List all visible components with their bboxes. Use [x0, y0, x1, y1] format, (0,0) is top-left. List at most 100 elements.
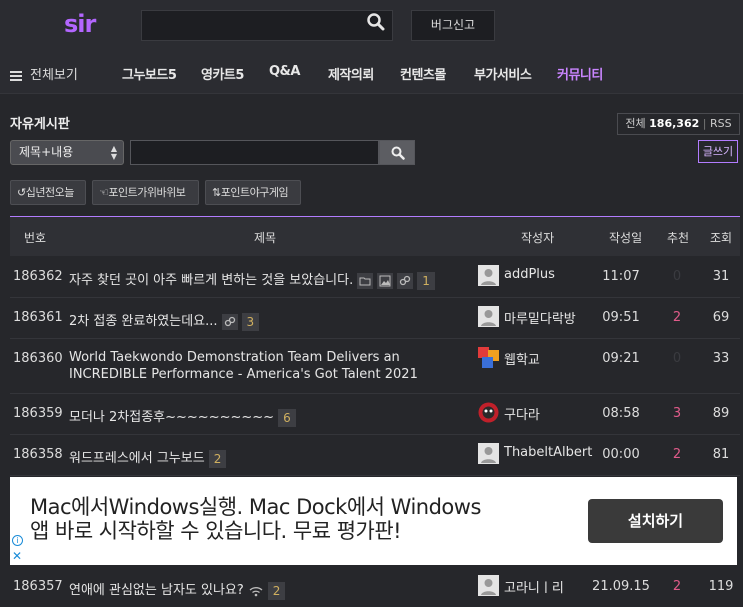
- table-row[interactable]: 186362 자주 찾던 곳이 아주 빠르게 변하는 것을 보았습니다. 1 ad…: [10, 257, 740, 298]
- comment-count: 2: [267, 581, 286, 600]
- post-title[interactable]: World Taekwondo Demonstration Team Deliv…: [69, 349, 461, 383]
- author-name[interactable]: 구다라: [504, 404, 540, 423]
- nav-item-services[interactable]: 부가서비스: [474, 64, 532, 83]
- close-icon[interactable]: ✕: [12, 550, 22, 562]
- post-title[interactable]: 자주 찾던 곳이 아주 빠르게 변하는 것을 보았습니다. 1: [69, 269, 435, 290]
- recommend-count: 2: [672, 310, 682, 325]
- post-date: 08:58: [602, 406, 640, 421]
- folder-icon: [357, 272, 374, 289]
- filter-ten-years-ago[interactable]: ↺십년전오늘: [10, 180, 86, 205]
- author-name[interactable]: 고라니ㅣ리: [504, 577, 564, 596]
- post-date: 09:21: [602, 351, 640, 366]
- comment-count: 2: [208, 449, 227, 468]
- rss-link[interactable]: RSS: [710, 117, 732, 130]
- post-number: 186362: [13, 269, 63, 284]
- author-name[interactable]: addPlus: [504, 267, 555, 282]
- table-row[interactable]: 186359 모더나 2차접종후~~~~~~~~~~ 6 구다라 08:58 3 …: [10, 394, 740, 435]
- search-icon: [391, 146, 405, 160]
- recommend-count: 0: [672, 269, 682, 284]
- total-label: 전체: [625, 117, 646, 130]
- table-row[interactable]: 186361 2차 접종 완료하였는데요... 3 마루밑다락방 09:51 2 …: [10, 298, 740, 339]
- post-date: 09:51: [602, 310, 640, 325]
- recommend-count: 2: [672, 447, 682, 462]
- table-row[interactable]: 186358 워드프레스에서 그누보드 2 ThabeltAlbert 00:00…: [10, 435, 740, 476]
- link-icon: [397, 272, 414, 289]
- avatar: [478, 306, 499, 327]
- post-title-text: 자주 찾던 곳이 아주 빠르게 변하는 것을 보았습니다.: [69, 273, 354, 288]
- nav-item-qna[interactable]: Q&A: [269, 64, 300, 79]
- recommend-count: 2: [672, 579, 682, 594]
- post-number: 186357: [13, 579, 63, 594]
- post-number: 186359: [13, 406, 63, 421]
- avatar: [478, 347, 499, 368]
- view-count: 69: [712, 310, 730, 325]
- ad-line-1: Mac에서Windows실행. Mac Dock에서 Windows: [30, 495, 481, 519]
- info-icon[interactable]: i: [12, 535, 23, 546]
- post-title[interactable]: 워드프레스에서 그누보드 2: [69, 447, 227, 468]
- sort-icon: ⇅: [212, 186, 221, 199]
- col-recommend: 추천: [667, 231, 690, 245]
- col-views: 조회: [710, 231, 733, 245]
- col-date: 작성일: [609, 231, 643, 245]
- post-title-text: 워드프레스에서 그누보드: [69, 451, 205, 466]
- recommend-count: 3: [672, 406, 682, 421]
- table-row[interactable]: 186360 World Taekwondo Demonstration Tea…: [10, 339, 740, 394]
- board-search-button[interactable]: [379, 140, 415, 165]
- site-logo[interactable]: sir: [64, 10, 96, 38]
- search-field-value: 제목+내용: [19, 145, 74, 159]
- view-count: 31: [712, 269, 730, 284]
- author-name[interactable]: 마루밑다락방: [504, 308, 576, 327]
- post-date: 11:07: [602, 269, 640, 284]
- post-title[interactable]: 모더나 2차접종후~~~~~~~~~~ 6: [69, 406, 296, 427]
- main-nav: 전체보기 그누보드5 영카트5 Q&A 제작의뢰 컨텐츠몰 부가서비스 커뮤니티: [0, 50, 743, 94]
- author-name[interactable]: 웹학교: [504, 349, 540, 368]
- filter-label: 포인트야구게임: [220, 186, 289, 199]
- comment-count: 1: [417, 271, 435, 290]
- history-icon: ↺: [17, 186, 26, 199]
- nav-item-community[interactable]: 커뮤니티: [557, 64, 603, 83]
- divider: |: [702, 117, 707, 130]
- comment-count: 6: [278, 408, 296, 427]
- post-title[interactable]: 2차 접종 완료하였는데요... 3: [69, 310, 260, 331]
- search-icon[interactable]: [366, 12, 388, 34]
- filter-rps-game[interactable]: ☜포인트가위바위보: [92, 180, 199, 205]
- table-row[interactable]: 186357 연애에 관심없는 남자도 있나요? 2 고라니ㅣ리 21.09.15…: [10, 567, 740, 607]
- view-count: 89: [712, 406, 730, 421]
- nav-item-contents[interactable]: 컨텐츠몰: [400, 64, 446, 83]
- nav-item-youngcart[interactable]: 영카트5: [201, 64, 244, 83]
- author-name[interactable]: ThabeltAlbert: [504, 445, 592, 460]
- post-title-text: 연애에 관심없는 남자도 있나요?: [69, 583, 244, 598]
- comment-count: 3: [241, 312, 260, 331]
- all-menu-button[interactable]: 전체보기: [10, 64, 78, 83]
- recommend-count: 0: [672, 351, 682, 366]
- filter-label: 십년전오늘: [25, 186, 75, 199]
- nav-item-gnuboard[interactable]: 그누보드5: [122, 64, 177, 83]
- bug-report-button[interactable]: 버그신고: [411, 10, 495, 41]
- site-search-input[interactable]: [141, 10, 393, 41]
- image-icon: [377, 272, 394, 289]
- post-title-text: 2차 접종 완료하였는데요...: [69, 314, 218, 329]
- nav-item-request[interactable]: 제작의뢰: [328, 64, 374, 83]
- filter-label: 포인트가위바위보: [108, 186, 186, 199]
- post-number: 186360: [13, 351, 63, 366]
- select-arrows-icon: ▲ ▼: [110, 144, 117, 161]
- avatar: [478, 443, 499, 464]
- avatar: [478, 402, 499, 423]
- hand-icon: ☜: [99, 186, 109, 199]
- post-title-text: World Taekwondo Demonstration Team Deliv…: [69, 350, 418, 382]
- ad-install-button[interactable]: 설치하기: [588, 499, 723, 543]
- write-button[interactable]: 글쓰기: [698, 140, 738, 163]
- col-no: 번호: [24, 231, 47, 245]
- ad-text: Mac에서Windows실행. Mac Dock에서 Windows 앱 바로 …: [30, 495, 481, 543]
- view-count: 81: [712, 447, 730, 462]
- post-title-text: 모더나 2차접종후~~~~~~~~~~: [69, 410, 275, 425]
- col-author: 작성자: [521, 231, 555, 245]
- filter-baseball-game[interactable]: ⇅포인트야구게임: [205, 180, 301, 205]
- board-search-input[interactable]: [130, 140, 379, 165]
- ad-banner[interactable]: Mac에서Windows실행. Mac Dock에서 Windows 앱 바로 …: [10, 477, 737, 565]
- board-title: 자유게시판: [10, 117, 70, 132]
- post-number: 186361: [13, 310, 63, 325]
- post-title[interactable]: 연애에 관심없는 남자도 있나요? 2: [69, 579, 286, 600]
- search-field-select[interactable]: 제목+내용 ▲ ▼: [10, 140, 124, 165]
- top-bar: sir 버그신고: [0, 0, 743, 50]
